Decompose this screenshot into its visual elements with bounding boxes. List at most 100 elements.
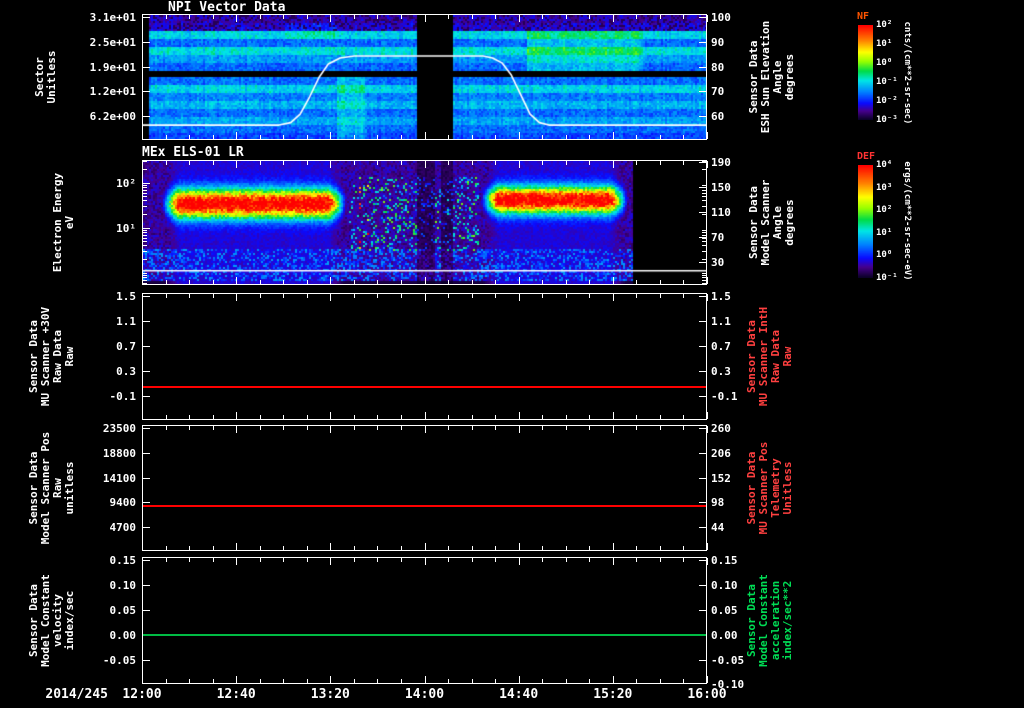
tick-mark [699, 396, 706, 398]
y-tick-label: 0.10 [109, 579, 137, 592]
y-tick-label: 18800 [102, 446, 136, 460]
axis-label-line: Raw [63, 346, 76, 367]
minor-tick-mark [565, 679, 567, 683]
model-constant-panel [142, 557, 707, 684]
tick-mark [236, 558, 238, 565]
minor-tick-mark [400, 15, 402, 19]
tick-mark [699, 91, 706, 93]
tick-mark [236, 294, 238, 301]
tick-mark [699, 527, 706, 529]
minor-tick-mark [659, 415, 661, 419]
tick-mark [236, 676, 238, 683]
minor-tick-mark [377, 294, 379, 298]
minor-tick-mark [165, 294, 167, 298]
tick-mark [236, 132, 238, 139]
minor-tick-mark [683, 15, 685, 19]
y-tick-label: -0.05 [102, 654, 136, 667]
tick-mark [236, 161, 238, 168]
colorbar-tick-label: 10⁰ [876, 250, 893, 261]
tick-mark [143, 321, 150, 323]
x-tick-label: 16:00 [687, 687, 727, 702]
minor-tick-mark [702, 206, 706, 207]
minor-tick-mark [636, 558, 638, 562]
y-tick-label: 10² [116, 176, 136, 190]
y-tick-label: 4700 [109, 521, 137, 535]
minor-tick-mark [143, 206, 147, 207]
tick-mark [142, 294, 143, 301]
minor-tick-mark [542, 135, 544, 139]
minor-tick-mark [659, 546, 661, 550]
minor-tick-mark [636, 294, 638, 298]
minor-tick-mark [471, 558, 473, 562]
minor-tick-mark [448, 161, 450, 165]
axis-label-line: degrees [783, 53, 796, 101]
tick-mark [424, 543, 426, 550]
minor-tick-mark [259, 15, 261, 19]
minor-tick-mark [565, 426, 567, 430]
minor-tick-mark [143, 272, 147, 274]
minor-tick-mark [702, 184, 706, 186]
minor-tick-mark [542, 15, 544, 19]
minor-tick-mark [471, 280, 473, 284]
tick-mark [699, 346, 706, 348]
axis-label-line: index/sec**2 [781, 580, 794, 661]
colorbar-tick-label: 10² [876, 205, 893, 216]
minor-tick-mark [495, 546, 497, 550]
minor-tick-mark [702, 186, 706, 188]
minor-tick-mark [565, 558, 567, 562]
minor-tick-mark [659, 15, 661, 19]
minor-tick-mark [189, 679, 191, 683]
tick-mark [143, 502, 150, 504]
colorbar-tick-label: 10⁰ [876, 58, 893, 68]
minor-tick-mark [306, 546, 308, 550]
minor-tick-mark [400, 161, 402, 165]
tick-mark [143, 452, 150, 454]
minor-tick-mark [589, 546, 591, 550]
y-tick-label: 10¹ [116, 221, 136, 235]
minor-tick-mark [448, 135, 450, 139]
minor-tick-mark [702, 276, 706, 278]
minor-tick-mark [143, 237, 147, 239]
minor-tick-mark [306, 161, 308, 165]
minor-tick-mark [165, 280, 167, 284]
x-tick-label: 14:00 [404, 687, 445, 702]
minor-tick-mark [259, 415, 261, 419]
y-tick-label: -0.1 [109, 390, 137, 404]
def-colorbar-canvas [858, 165, 873, 278]
els-spectrogram-panel [142, 160, 707, 285]
x-tick-label: 13:20 [310, 687, 350, 702]
tick-mark [699, 452, 706, 454]
minor-tick-mark [542, 280, 544, 284]
minor-tick-mark [165, 679, 167, 683]
tick-mark [699, 296, 706, 298]
minor-tick-mark [377, 679, 379, 683]
minor-tick-mark [702, 229, 706, 231]
left-axis-label-panel0-text: Sector Unitless [33, 14, 58, 140]
y-tick-label: 0.3 [116, 365, 136, 379]
colorbar-tick-label: 10⁻² [876, 96, 898, 106]
minor-tick-mark [259, 161, 261, 165]
minor-tick-mark [471, 426, 473, 430]
minor-tick-mark [636, 280, 638, 284]
minor-tick-mark [283, 426, 285, 430]
minor-tick-mark [636, 415, 638, 419]
minor-tick-mark [212, 161, 214, 165]
tick-mark [330, 15, 332, 22]
minor-tick-mark [283, 161, 285, 165]
constant-line [143, 505, 706, 508]
minor-tick-mark [143, 192, 147, 194]
minor-tick-mark [542, 679, 544, 683]
minor-tick-mark [636, 15, 638, 19]
tick-mark [518, 558, 520, 565]
minor-tick-mark [143, 189, 147, 191]
minor-tick-mark [165, 546, 167, 550]
y-tick-label: 0.05 [109, 604, 137, 617]
minor-tick-mark [471, 135, 473, 139]
minor-tick-mark [189, 135, 191, 139]
minor-tick-mark [259, 679, 261, 683]
colorbar-tick-label: 10² [876, 20, 893, 30]
tick-mark [699, 610, 706, 611]
tick-mark [236, 277, 238, 284]
minor-tick-mark [212, 294, 214, 298]
minor-tick-mark [165, 558, 167, 562]
